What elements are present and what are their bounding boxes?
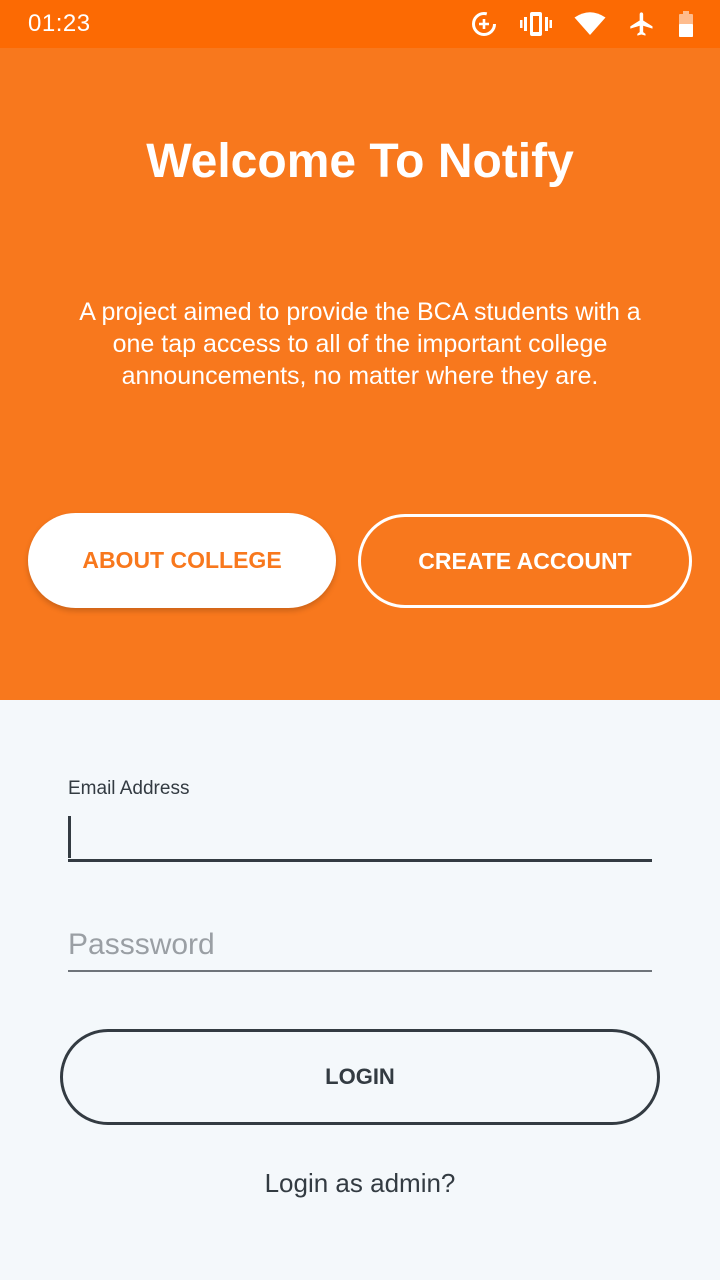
battery-icon xyxy=(678,10,694,38)
airplane-mode-icon xyxy=(628,10,656,38)
password-placeholder: Passsword xyxy=(68,928,215,961)
welcome-title: Welcome To Notify xyxy=(146,135,574,188)
wifi-icon xyxy=(574,12,606,36)
status-time: 01:23 xyxy=(28,10,91,37)
text-cursor xyxy=(68,816,71,858)
status-icons xyxy=(470,9,694,39)
admin-login-link[interactable]: Login as admin? xyxy=(0,1168,720,1199)
status-bar: 01:23 xyxy=(0,0,720,48)
email-label: Email Address xyxy=(68,778,190,799)
email-field[interactable] xyxy=(68,812,652,862)
hero-section: Welcome To Notify A project aimed to pro… xyxy=(0,48,720,700)
app-description: A project aimed to provide the BCA stude… xyxy=(79,298,641,390)
about-college-button[interactable]: ABOUT COLLEGE xyxy=(28,513,336,608)
data-saver-icon xyxy=(470,10,498,38)
password-field[interactable]: Passsword xyxy=(68,922,652,972)
login-button[interactable]: LOGIN xyxy=(60,1029,660,1125)
create-account-button[interactable]: CREATE ACCOUNT xyxy=(358,514,692,608)
login-form: Email Address Passsword LOGIN Login as a… xyxy=(0,700,720,1280)
vibrate-icon xyxy=(520,11,552,37)
